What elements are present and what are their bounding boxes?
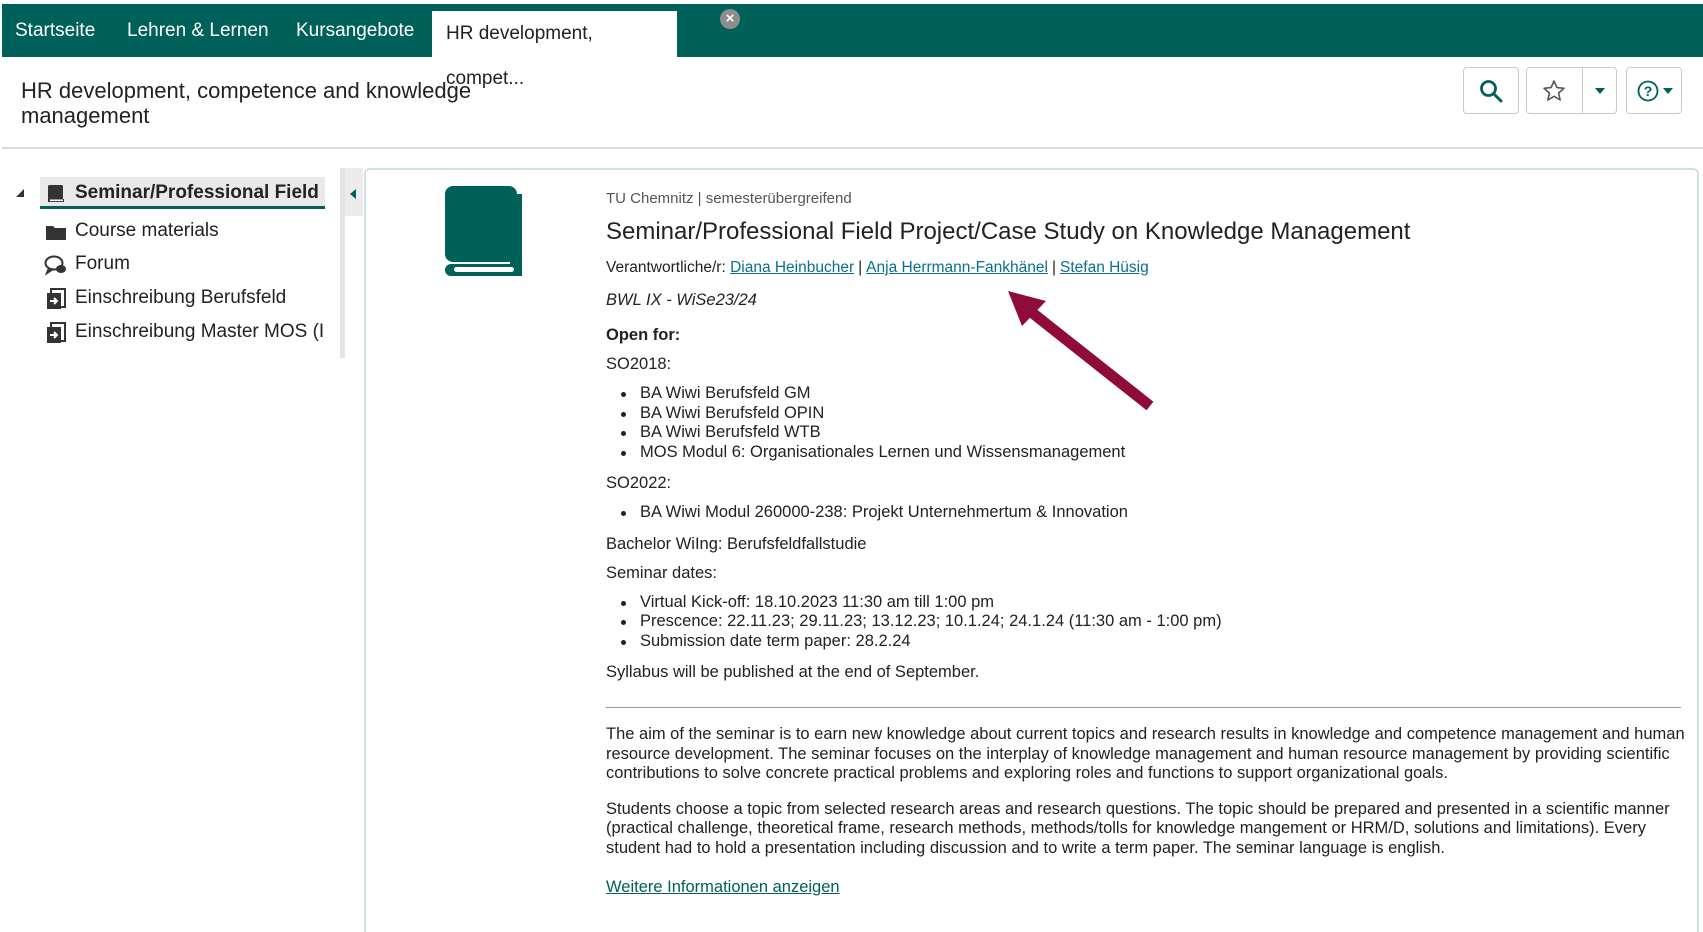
tree-item-course-materials[interactable]: Course materials — [40, 215, 325, 247]
bookmark-button[interactable] — [1527, 68, 1582, 113]
course-title: Seminar/Professional Field Project/Case … — [606, 218, 1411, 245]
tree-item-einschreibung-berufsfeld[interactable]: Einschreibung Berufsfeld — [40, 282, 325, 314]
divider — [606, 707, 1681, 708]
tree-item-label: Course materials — [75, 220, 219, 241]
tree-item-forum[interactable]: Forum — [40, 248, 325, 280]
tab-startseite[interactable]: Startseite — [15, 4, 95, 57]
so2018-list: BA Wiwi Berufsfeld GM BA Wiwi Berufsfeld… — [606, 384, 1686, 462]
responsible-persons: Verantwortliche/r: Diana Heinbucher | Anja… — [606, 259, 1149, 276]
course-description-2: Students choose a topic from selected re… — [606, 799, 1670, 857]
search-button[interactable] — [1463, 67, 1519, 114]
seminar-dates-list: Virtual Kick-off: 18.10.2023 11:30 am ti… — [606, 593, 1686, 652]
tree-item-label: Einschreibung Berufsfeld — [75, 287, 287, 308]
caret-down-icon — [1595, 88, 1605, 94]
forum-icon — [44, 255, 66, 276]
list-item: BA Wiwi Berufsfeld GM — [606, 384, 1686, 404]
list-item: BA Wiwi Berufsfeld OPIN — [606, 404, 1686, 424]
list-item: BA Wiwi Modul 260000-238: Projekt Untern… — [606, 503, 1686, 523]
tab-current-course[interactable]: HR development, compet... — [432, 11, 677, 89]
close-icon[interactable]: × — [720, 9, 740, 29]
more-info-link[interactable]: Weitere Informationen anzeigen — [606, 878, 840, 897]
course-meta: TU Chemnitz | semesterübergreifend — [606, 190, 852, 207]
tree-item-label: Einschreibung Master MOS (I — [75, 321, 325, 342]
collapse-sidebar-button[interactable] — [345, 168, 363, 216]
responsible-link-anja-herrmann-fankhaenel[interactable]: Anja Herrmann-Fankhänel — [866, 259, 1048, 276]
bookmark-dropdown-button[interactable] — [1582, 68, 1617, 113]
book-icon — [48, 185, 64, 202]
tree-item-label: Seminar/Professional Field — [75, 182, 319, 203]
course-semester: BWL IX - WiSe23/24 — [606, 291, 757, 309]
page-title: HR development, competence and knowledge… — [21, 78, 472, 128]
top-navigation: Startseite Lehren & Lernen Kursangebote … — [2, 4, 1703, 89]
tree-item-einschreibung-master[interactable]: Einschreibung Master MOS (I — [40, 316, 330, 348]
chevron-left-icon — [350, 189, 356, 199]
search-icon — [1480, 80, 1503, 103]
so2018-label: SO2018: — [606, 355, 672, 373]
tree-item-seminar[interactable]: Seminar/Professional Field — [40, 177, 325, 209]
so2022-label: SO2022: — [606, 474, 672, 492]
tree-item-label: Forum — [75, 253, 130, 274]
tree-expand-icon[interactable] — [14, 187, 26, 199]
responsible-link-diana-heinbucher[interactable]: Diana Heinbucher — [730, 259, 854, 276]
seminar-dates-label: Seminar dates: — [606, 563, 717, 582]
bookmark-button-group — [1526, 67, 1617, 114]
title-bar: HR development, competence and knowledge… — [2, 57, 1703, 149]
enrollment-icon — [47, 288, 66, 309]
star-icon — [1543, 80, 1565, 101]
caret-down-icon — [1663, 88, 1673, 94]
so2022-list: BA Wiwi Modul 260000-238: Projekt Untern… — [606, 503, 1686, 523]
syllabus-note: Syllabus will be published at the end of… — [606, 663, 980, 681]
list-item: Virtual Kick-off: 18.10.2023 11:30 am ti… — [606, 593, 1686, 613]
list-item: MOS Modul 6: Organisationales Lernen und… — [606, 443, 1686, 463]
help-icon: ? — [1637, 80, 1659, 102]
folder-icon — [46, 226, 66, 240]
enrollment-icon — [47, 322, 66, 343]
tab-kursangebote[interactable]: Kursangebote — [296, 4, 414, 57]
list-item: Submission date term paper: 28.2.24 — [606, 632, 1686, 652]
course-book-icon — [445, 186, 522, 276]
responsible-link-stefan-huesig[interactable]: Stefan Hüsig — [1060, 259, 1149, 276]
help-button[interactable]: ? — [1626, 67, 1682, 114]
course-description-1: The aim of the seminar is to earn new kn… — [606, 725, 1685, 782]
course-content: TU Chemnitz | semesterübergreifend Semin… — [606, 190, 1686, 897]
list-item: BA Wiwi Berufsfeld WTB — [606, 423, 1686, 443]
svg-text:?: ? — [1644, 83, 1653, 99]
open-for-heading: Open for: — [606, 326, 681, 344]
list-item: Prescence: 22.11.23; 29.11.23; 13.12.23;… — [606, 612, 1686, 632]
responsible-label: Verantwortliche/r: — [606, 259, 726, 276]
bachelor-wiing: Bachelor WiIng: Berufsfeldfallstudie — [606, 534, 867, 553]
tab-lehren-lernen[interactable]: Lehren & Lernen — [127, 4, 269, 57]
